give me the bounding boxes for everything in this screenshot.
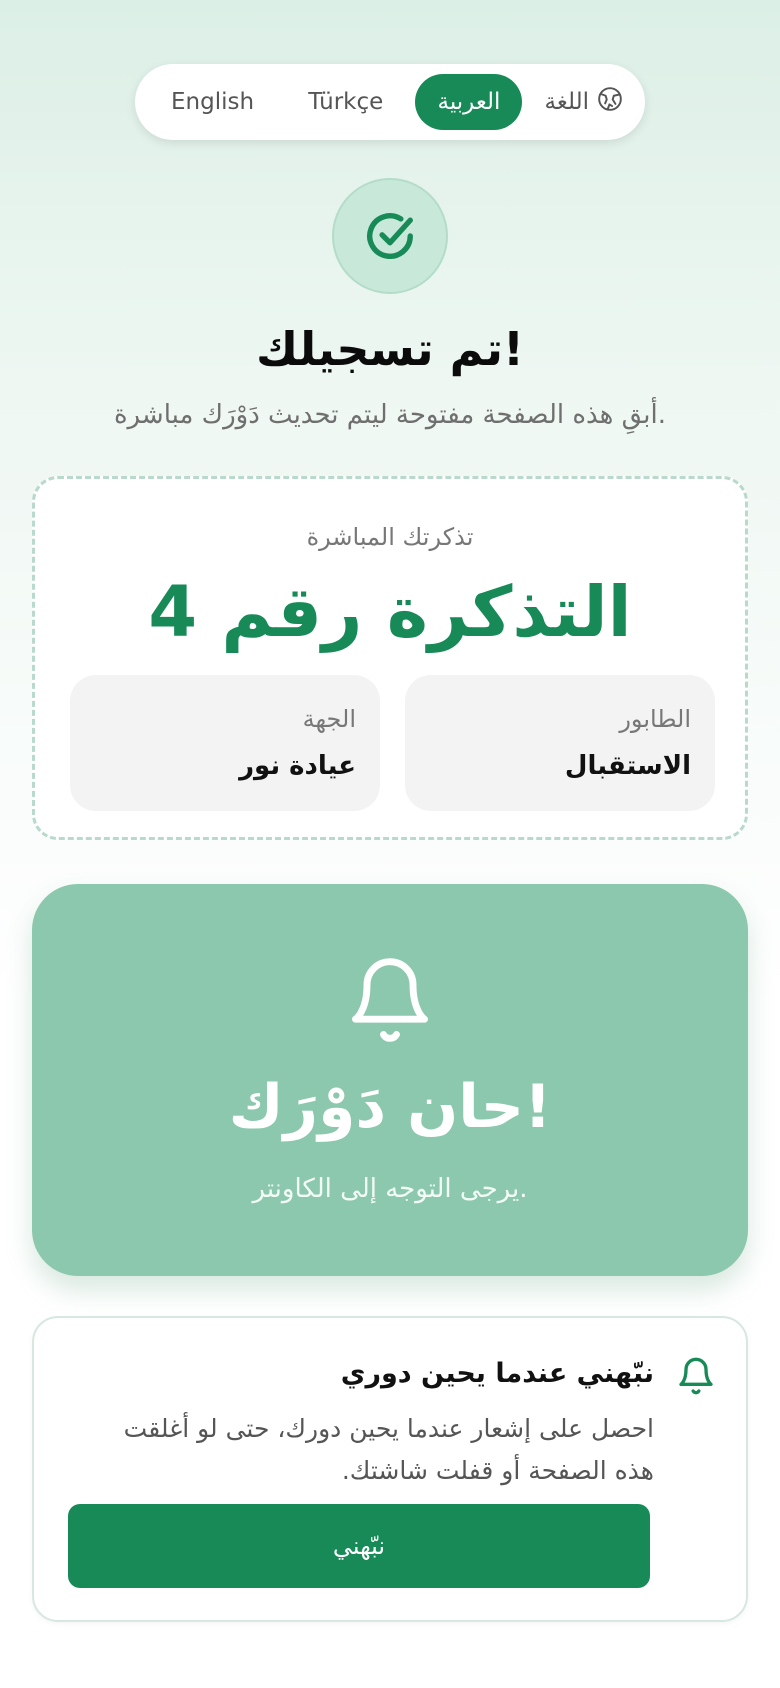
language-label: اللغة [533,86,635,118]
lang-option-english[interactable]: English [149,74,276,130]
entity-value: عيادة نور [239,751,356,781]
notify-title: نبّهني عندما يحين دوري [340,1358,654,1389]
ticket-label: تذكرتك المباشرة [306,523,474,551]
queue-label: الطابور [619,705,691,733]
turn-title: حان دَوْرَك! [228,1072,552,1142]
turn-alert-card: حان دَوْرَك! يرجى التوجه إلى الكاونتر. [32,884,748,1276]
language-label-text: اللغة [544,89,589,115]
notify-me-button[interactable]: نبّهني [68,1504,650,1588]
lang-option-arabic[interactable]: العربية [415,74,523,130]
ticket-number: التذكرة رقم 4 [148,571,632,653]
notify-description: احصل على إشعار عندما يحين دورك، حتى لو أ… [123,1414,654,1485]
lang-option-turkish[interactable]: Türkçe [286,74,405,130]
language-selector: English Türkçe العربية اللغة [135,64,645,140]
page-title: تم تسجيلك! [256,322,524,376]
bell-icon [352,958,428,1042]
notify-card: نبّهني عندما يحين دوري احصل على إشعار عن… [32,1316,748,1622]
check-circle-icon [332,178,448,294]
globe-icon [597,86,623,118]
bell-icon [679,1357,713,1395]
queue-value: الاستقبال [564,751,691,781]
entity-info: الجهة عيادة نور [70,675,380,811]
queue-info: الطابور الاستقبال [405,675,715,811]
entity-label: الجهة [302,705,356,733]
ticket-card: تذكرتك المباشرة التذكرة رقم 4 الطابور ال… [32,476,748,840]
turn-subtitle: يرجى التوجه إلى الكاونتر. [252,1174,528,1204]
page-subtitle: أبقِ هذه الصفحة مفتوحة ليتم تحديث دَوْرَ… [113,400,667,430]
